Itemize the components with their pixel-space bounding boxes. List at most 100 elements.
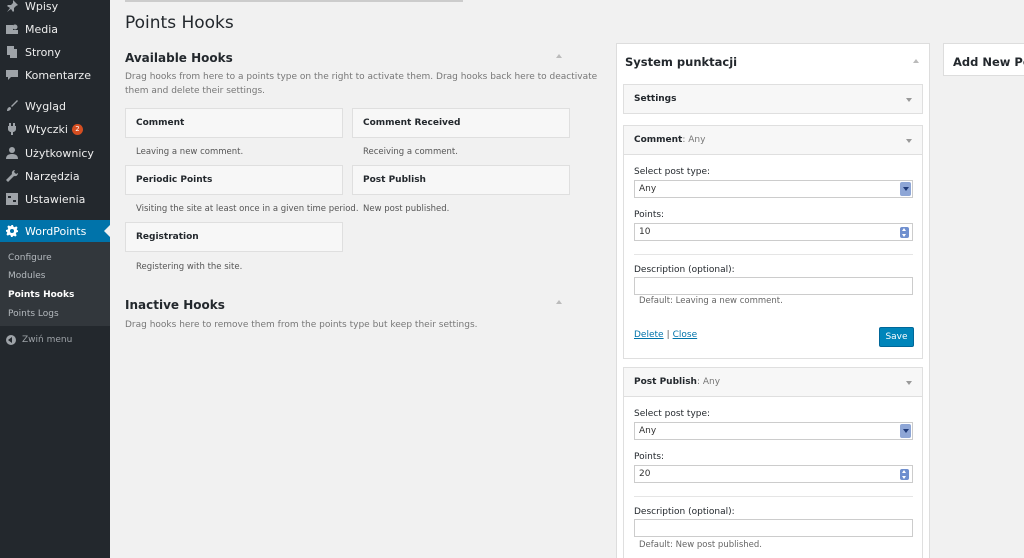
comment-hook-widget-header[interactable]: Comment: Any <box>623 125 923 155</box>
hook-description: Visiting the site at least once in a giv… <box>136 204 359 214</box>
hook-name: Comment <box>634 135 683 145</box>
points-label: Points: <box>634 210 665 220</box>
sidebar-item-wyglad[interactable]: Wygląd <box>0 95 110 117</box>
points-type-title: System punktacji <box>625 55 738 69</box>
chevron-down-icon[interactable] <box>906 381 912 385</box>
pin-icon <box>5 0 19 13</box>
sidebar-item-label: WordPoints <box>25 224 87 238</box>
gear-icon <box>5 224 19 238</box>
post-type-label: Select post type: <box>634 167 711 177</box>
comment-hook-settings: Select post type: Any Points: 10 Descrip… <box>623 155 923 359</box>
wordpoints-submenu: Configure Modules Points Hooks Points Lo… <box>0 242 110 326</box>
sidebar-item-label: Strony <box>25 45 61 59</box>
hook-comment[interactable]: Comment <box>125 108 343 138</box>
submenu-item-points-hooks[interactable]: Points Hooks <box>8 290 74 300</box>
description-input[interactable] <box>634 519 913 537</box>
divider <box>634 496 913 497</box>
settings-icon <box>5 192 19 206</box>
sidebar-item-ustawienia[interactable]: Ustawienia <box>0 188 110 210</box>
inactive-hooks-description: Drag hooks here to remove them from the … <box>125 320 478 330</box>
users-icon <box>5 146 19 160</box>
collapse-menu-button[interactable]: Zwiń menu <box>0 332 110 348</box>
hook-name: Post Publish <box>634 377 697 387</box>
hook-description: Leaving a new comment. <box>136 147 244 157</box>
settings-widget[interactable]: Settings <box>623 84 923 114</box>
sidebar-item-strony[interactable]: Strony <box>0 41 110 63</box>
points-input[interactable]: 20 <box>634 465 913 483</box>
sidebar-item-wpisy[interactable]: Wpisy <box>0 0 110 17</box>
settings-label: Settings <box>634 94 677 104</box>
sidebar-item-label: Ustawienia <box>25 192 86 206</box>
post-type-select[interactable]: Any <box>634 422 913 440</box>
available-hooks-description: Drag hooks from here to a points type on… <box>125 72 598 96</box>
sidebar-item-label: Wtyczki <box>25 122 68 136</box>
collapse-icon <box>6 335 16 345</box>
chevron-down-icon <box>900 182 911 196</box>
sidebar-item-media[interactable]: Media <box>0 18 110 40</box>
widget-actions: Delete | Close <box>634 330 698 340</box>
add-new-title: Add New Poi <box>953 55 1024 69</box>
chevron-down-icon <box>900 424 911 438</box>
collapse-toggle-icon[interactable] <box>913 59 919 63</box>
post-type-label: Select post type: <box>634 409 711 419</box>
sidebar-item-label: Media <box>25 22 59 36</box>
hook-post-publish[interactable]: Post Publish <box>352 165 570 195</box>
collapse-toggle-icon[interactable] <box>556 54 562 58</box>
chevron-down-icon[interactable] <box>906 98 912 102</box>
spinner-icon[interactable] <box>900 227 909 238</box>
sidebar-item-label: Wpisy <box>25 0 59 13</box>
comments-icon <box>5 68 19 82</box>
sidebar-item-wtyczki[interactable]: Wtyczki 2 <box>0 118 110 140</box>
hook-description: New post published. <box>363 204 450 214</box>
divider <box>634 254 913 255</box>
description-input[interactable] <box>634 277 913 295</box>
plugins-icon <box>5 122 19 136</box>
hook-description: Registering with the site. <box>136 262 243 272</box>
sidebar-item-narzedzia[interactable]: Narzędzia <box>0 165 110 187</box>
media-icon <box>5 22 19 36</box>
submenu-item-configure[interactable]: Configure <box>8 253 52 263</box>
points-input[interactable]: 10 <box>634 223 913 241</box>
hook-description: Receiving a comment. <box>363 147 458 157</box>
hook-sub: : Any <box>696 377 721 387</box>
top-divider <box>125 0 463 2</box>
pages-icon <box>5 45 19 59</box>
tools-icon <box>5 169 19 183</box>
submenu-item-modules[interactable]: Modules <box>8 271 45 281</box>
collapse-toggle-icon[interactable] <box>556 300 562 304</box>
chevron-down-icon[interactable] <box>906 139 912 143</box>
hook-registration[interactable]: Registration <box>125 222 343 252</box>
post-publish-hook-settings: Select post type: Any Points: 20 Descrip… <box>623 397 923 558</box>
admin-sidebar: Wpisy Media Strony Komentarze Wygląd Wty… <box>0 0 110 558</box>
hook-sub: : Any <box>682 135 706 145</box>
sidebar-item-label: Użytkownicy <box>25 146 94 160</box>
default-description-hint: Default: New post published. <box>639 540 762 550</box>
save-button[interactable]: Save <box>879 327 914 347</box>
description-label: Description (optional): <box>634 507 735 517</box>
inactive-hooks-title: Inactive Hooks <box>125 298 225 312</box>
collapse-menu-label: Zwiń menu <box>22 335 73 345</box>
post-type-select[interactable]: Any <box>634 180 913 198</box>
sidebar-item-label: Narzędzia <box>25 169 80 183</box>
description-label: Description (optional): <box>634 265 735 275</box>
delete-link[interactable]: Delete <box>634 330 664 340</box>
appearance-icon <box>5 99 19 113</box>
default-description-hint: Default: Leaving a new comment. <box>639 296 783 306</box>
spinner-icon[interactable] <box>900 469 909 480</box>
submenu-item-points-logs[interactable]: Points Logs <box>8 309 59 319</box>
add-new-points-type-panel: Add New Poi <box>943 43 1024 76</box>
points-label: Points: <box>634 452 665 462</box>
sidebar-item-komentarze[interactable]: Komentarze <box>0 64 110 86</box>
hook-periodic-points[interactable]: Periodic Points <box>125 165 343 195</box>
current-menu-arrow <box>104 225 110 237</box>
close-link[interactable]: Close <box>673 330 698 340</box>
available-hooks-title: Available Hooks <box>125 51 233 65</box>
sidebar-item-uzytkownicy[interactable]: Użytkownicy <box>0 142 110 164</box>
page-title: Points Hooks <box>125 13 234 33</box>
sidebar-item-label: Komentarze <box>25 68 91 82</box>
update-count-badge: 2 <box>71 123 83 135</box>
sidebar-item-wordpoints[interactable]: WordPoints <box>0 220 110 242</box>
post-publish-hook-widget-header[interactable]: Post Publish: Any <box>623 367 923 397</box>
points-type-panel: System punktacji Settings Comment: Any S… <box>616 43 930 558</box>
hook-comment-received[interactable]: Comment Received <box>352 108 570 138</box>
